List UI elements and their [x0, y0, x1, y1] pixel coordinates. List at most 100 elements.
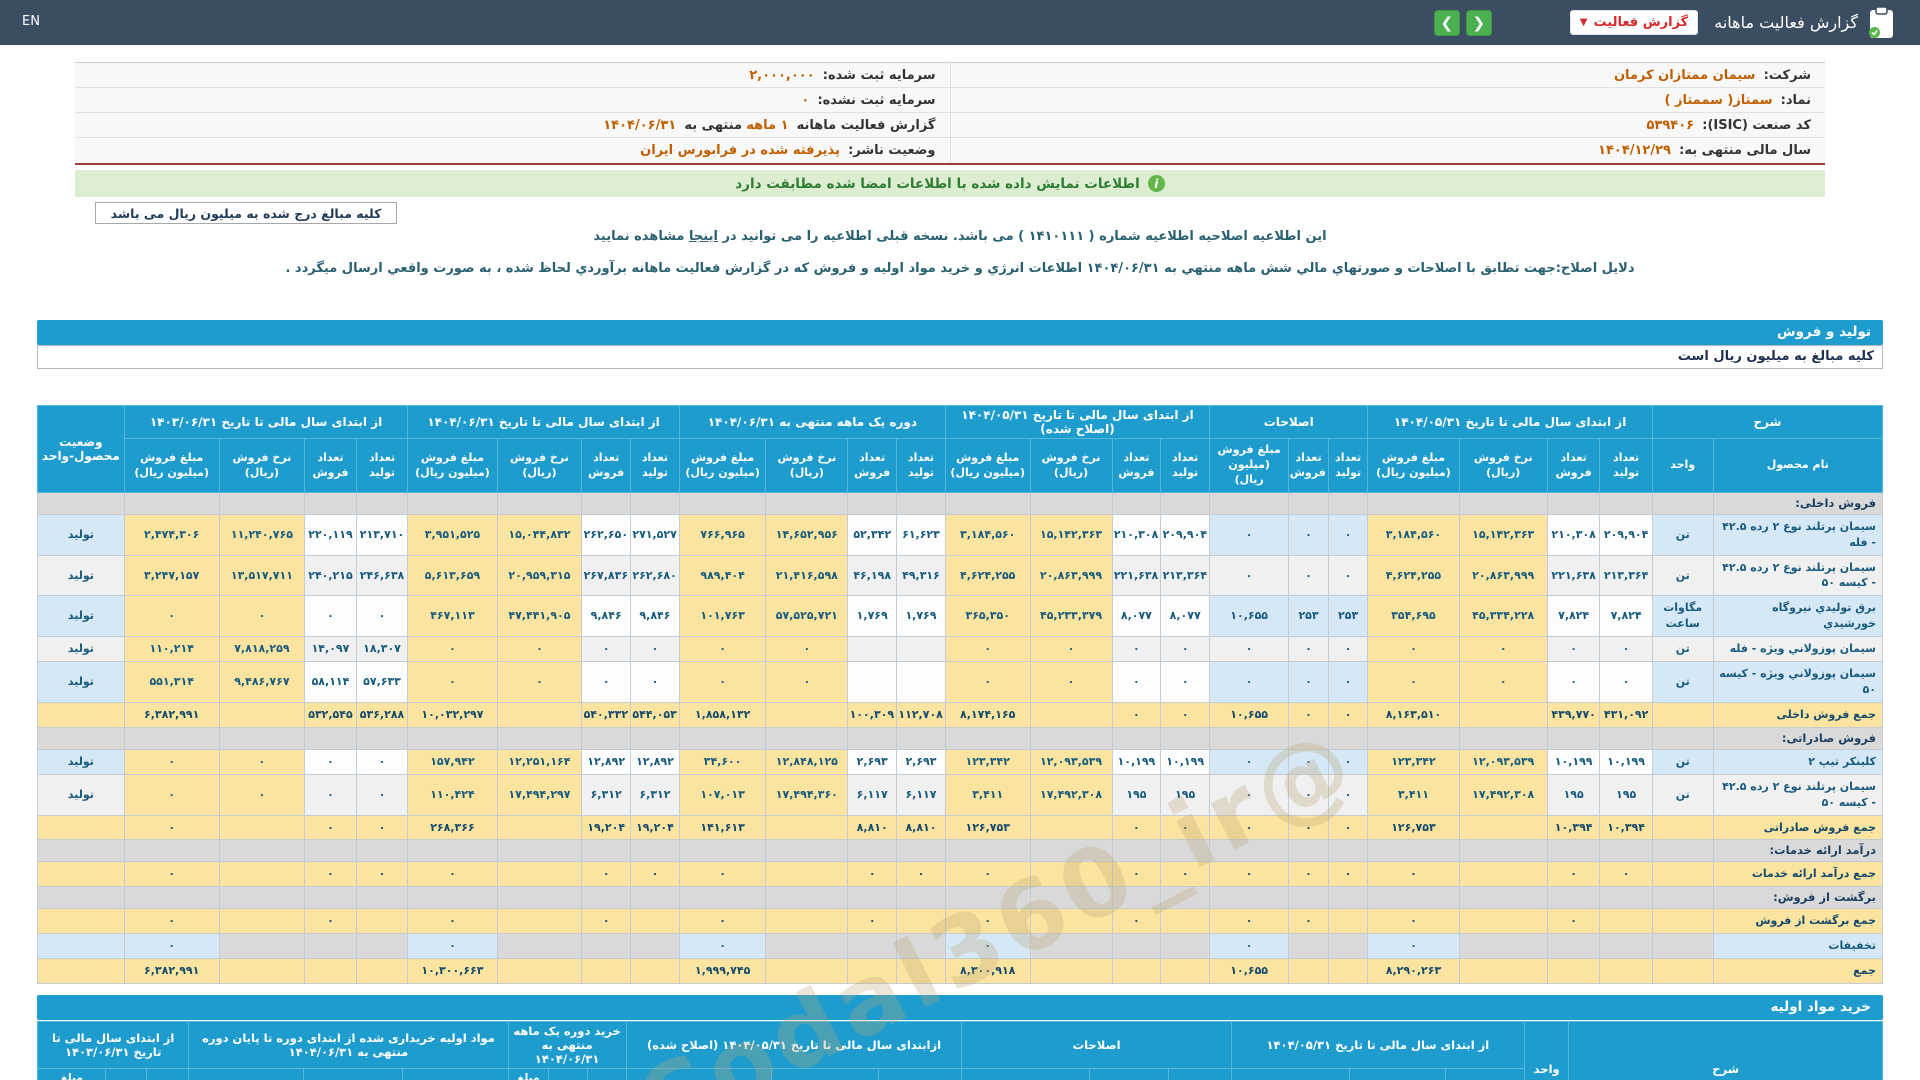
company-value[interactable]: سیمان ممتازان کرمان	[1614, 68, 1756, 83]
table-cell	[1029, 932, 1113, 959]
product-name-cell: سیمان پرتلند نوع ۲ رده ۴۲.۵ - کیسه ۵۰	[1712, 773, 1884, 816]
table-cell	[1546, 932, 1601, 959]
table-cell	[896, 727, 946, 750]
table-cell	[581, 727, 632, 750]
table-cell	[1327, 957, 1369, 984]
table-cell: ۱۰۱,۷۶۳	[678, 595, 767, 638]
nav-next-button[interactable]: ❮	[1465, 9, 1492, 36]
table-cell: ۰	[1546, 636, 1601, 663]
table-cell: ۱۵,۰۴۴,۸۳۲	[496, 513, 583, 556]
column-group-header: از ابتدای سال مالی تا تاریخ ۱۴۰۴/۰۵/۳۱	[1367, 405, 1653, 439]
table-cell	[847, 727, 898, 750]
issuer-status-cell: وضعیت ناشر: پذیرفته شده در فرابورس ایران	[75, 143, 950, 158]
table-cell: ۲۰۹,۹۰۴	[1160, 513, 1211, 556]
table-cell: ۰	[944, 907, 1031, 934]
table-cell: ۰	[1209, 814, 1290, 841]
table-cell: ۸,۳۰۰,۹۱۸	[944, 957, 1031, 984]
table-cell	[765, 839, 849, 863]
table-cell: ۰	[1288, 702, 1329, 729]
table-cell: ۵۸,۱۱۴	[304, 661, 357, 704]
report-period-cell: گزارش فعالیت ماهانه ۱ ماهه منتهی به ۱۴۰۴…	[75, 118, 950, 133]
table-cell: ۲,۶۹۳	[896, 748, 946, 775]
table-cell	[1599, 932, 1653, 959]
table-cell: ۳,۹۵۱,۵۲۵	[407, 513, 498, 556]
table-cell: ۰	[581, 661, 632, 704]
table-cell: ۰	[1111, 907, 1162, 934]
table-cell: ۳۵۴,۶۹۵	[1367, 595, 1460, 638]
previous-version-link[interactable]: اینجا	[689, 229, 718, 244]
table-cell: ۰	[123, 773, 220, 816]
column-header: تعداد فروش	[1288, 438, 1329, 493]
table-cell: ۱۹,۲۰۴	[581, 814, 632, 841]
table-cell	[1599, 492, 1653, 515]
table-cell	[847, 957, 898, 984]
table-cell	[1651, 702, 1714, 729]
report-type-dropdown[interactable]: گزارش فعالیت ▼	[1569, 10, 1699, 35]
section-row: فروش صادراتی:	[37, 727, 1884, 750]
table-cell	[37, 814, 125, 841]
column-header: تعداد تولید	[355, 438, 409, 493]
table-cell	[1160, 727, 1211, 750]
status-cell: تولید	[37, 636, 125, 663]
table-cell: ۰	[355, 595, 409, 638]
table-cell: ۵۷,۵۲۵,۷۲۱	[765, 595, 849, 638]
column-header: مقدار	[145, 1068, 190, 1080]
symbol-value[interactable]: سمتاز( سممتاز )	[1665, 93, 1773, 108]
table-cell: ۰	[765, 636, 849, 663]
table-cell: ۲,۶۹۳	[847, 748, 898, 775]
column-header: مبلغ فروش (میلیون ریال)	[1367, 438, 1460, 493]
table-cell: ۸,۸۱۰	[896, 814, 946, 841]
section-row: برگشت از فروش:	[37, 886, 1884, 909]
table-cell: ۱۴,۶۵۲,۹۵۶	[765, 513, 849, 556]
table-cell: ۰	[355, 748, 409, 775]
table-cell	[630, 957, 680, 984]
unit-column-header: واحد	[1524, 1021, 1570, 1080]
table-cell: ۰	[1367, 861, 1460, 888]
table-cell	[355, 957, 409, 984]
table-cell	[496, 702, 583, 729]
column-group-header: از ابتدای سال مالی تا تاریخ ۱۴۰۴/۰۵/۳۱	[1230, 1021, 1526, 1069]
table-cell: ۲۴۰,۲۱۵	[304, 554, 357, 597]
table-cell: ۰	[1288, 661, 1329, 704]
table-cell: ۰	[1599, 636, 1653, 663]
product-name-cell: سيمان پوزولاني ويژه - کيسه ۵۰	[1712, 661, 1884, 704]
table-cell	[1288, 727, 1329, 750]
table-cell: ۰	[678, 861, 767, 888]
isic-value: ۵۳۹۴۰۶	[1646, 117, 1695, 133]
table-cell: ۶,۳۸۲,۹۹۱	[123, 957, 220, 984]
table-cell: ۰	[1160, 814, 1211, 841]
column-header: مبلغ (میلیون ریال)	[36, 1068, 107, 1080]
column-header: مبلغ فروش (میلیون ریال)	[1209, 438, 1290, 493]
table-cell	[896, 661, 946, 704]
table-cell: ۰	[1209, 554, 1290, 597]
nav-prev-button[interactable]: ❯	[1433, 9, 1460, 36]
table-cell: ۵۲,۳۴۲	[847, 513, 898, 556]
table-cell: ۲۱۰,۳۰۸	[1546, 513, 1601, 556]
column-group-header: اصلاحات	[961, 1021, 1232, 1069]
table-cell	[496, 492, 583, 515]
table-cell: ۲۰,۹۵۹,۳۱۵	[496, 554, 583, 597]
total-row: جمع درآمد ارائه خدمات ۰ ۰ ۰ ۰ ۰ ۰ ۰ ۰ ۰ ۰ ۰ ۰ ۰ ۰ ۰ ۰ ۰ ۰	[37, 861, 1884, 888]
table-cell	[355, 886, 409, 909]
table-cell	[37, 727, 125, 750]
amounts-unit-box: کلیه مبالغ درج شده به میلیون ریال می باش…	[95, 202, 397, 224]
product-name-cell: سیمان پرتلند نوع ۲ رده ۴۲.۵ - فله	[1712, 513, 1884, 556]
language-switch-link[interactable]: EN	[22, 14, 40, 29]
table-cell: ۴,۶۲۴,۲۵۵	[944, 554, 1031, 597]
page: گزارش فعالیت ماهانه گزارش فعالیت ▼ ❮ ❯ E…	[0, 0, 1920, 1080]
table-cell: ۰	[304, 907, 357, 934]
table-cell: ۰	[944, 861, 1031, 888]
table-cell: ۴۷,۴۴۱,۹۰۵	[496, 595, 583, 638]
table-cell: ۳,۴۱۱	[944, 773, 1031, 816]
table-cell: ۱۲۶,۷۵۳	[1367, 814, 1460, 841]
table-cell	[1288, 957, 1329, 984]
table-cell: ۲۱,۴۱۶,۵۹۸	[765, 554, 849, 597]
table-cell	[1209, 492, 1290, 515]
table-cell	[1288, 886, 1329, 909]
product-row: سيمان پوزولاني ويژه - کيسه ۵۰ تن ۰ ۰ ۰ ۰ ۰ ۰ ۰ ۰ ۰…	[37, 661, 1884, 704]
table-cell: ۰	[407, 932, 498, 959]
table-cell	[37, 702, 125, 729]
product-row: سيمان پوزولاني ويژه - فله تن ۰ ۰ ۰ ۰ ۰ ۰ ۰ ۰ ۰ ۰ ۰ ۰ ۰…	[37, 636, 1884, 663]
table-cell: ۰	[123, 595, 220, 638]
table-cell	[678, 839, 767, 863]
